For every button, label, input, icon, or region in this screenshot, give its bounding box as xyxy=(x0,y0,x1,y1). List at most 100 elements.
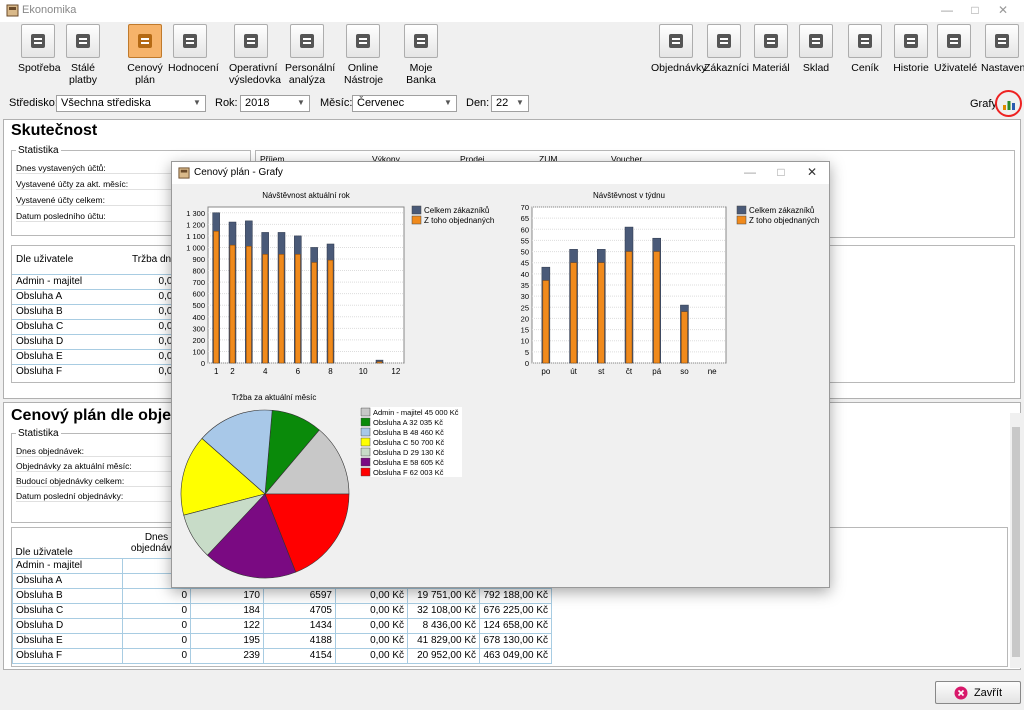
legend-swatch xyxy=(360,467,371,477)
history-icon xyxy=(894,24,928,58)
toolbar-button-menu[interactable]: Online Nástroje xyxy=(344,22,383,86)
dialog-close-button[interactable]: ✕ xyxy=(799,164,825,182)
toolbar-button-pricelist[interactable]: Ceník xyxy=(845,22,885,74)
bar-chart-icon xyxy=(1003,101,1015,110)
toolbar-button-history[interactable]: Historie xyxy=(891,22,931,74)
rok-select[interactable]: 2018 ▼ xyxy=(240,95,310,112)
cell: 4705 xyxy=(263,602,336,619)
y-tick-label: 15 xyxy=(521,326,529,335)
mesic-value: Červenec xyxy=(357,97,405,109)
legend-label: Obsluha A 32 035 Kč xyxy=(373,418,443,427)
y-tick-label: 5 xyxy=(525,348,529,357)
mesic-select[interactable]: Červenec ▼ xyxy=(352,95,457,112)
toolbar-button-bar-chart[interactable]: Cenový plán xyxy=(126,22,164,86)
scroll-thumb[interactable] xyxy=(1012,427,1020,657)
table-row[interactable]: Obsluha D 0 122 1434 0,00 Kč 8 436,00 Kč 124 6… xyxy=(12,617,552,634)
table-row[interactable]: Obsluha E 0,00 xyxy=(12,349,182,364)
x-tick-label: pá xyxy=(652,367,661,376)
legend-swatch xyxy=(411,205,422,215)
legend-swatch xyxy=(360,427,371,437)
table-row[interactable]: Obsluha D 0,00 xyxy=(12,334,182,349)
close-window-button[interactable]: ✕ xyxy=(990,2,1016,20)
y-tick-label: 400 xyxy=(192,313,205,322)
chevron-down-icon: ▼ xyxy=(193,98,201,107)
toolbar-button-material[interactable]: Materiál xyxy=(752,22,790,74)
cell: 170 xyxy=(190,587,264,604)
legend-swatch xyxy=(360,407,371,417)
table-row[interactable]: Admin - majitel 0,00 xyxy=(12,274,182,289)
legend-swatch xyxy=(736,215,747,225)
bar-ordered xyxy=(311,262,317,364)
cell: 463 049,00 Kč xyxy=(479,647,552,664)
chevron-down-icon: ▼ xyxy=(516,98,524,107)
toolbar-button-label: Sklad xyxy=(802,62,830,74)
toolbar-button-settings[interactable]: Nastavení xyxy=(981,22,1024,74)
chevron-down-icon: ▼ xyxy=(444,98,452,107)
table-row[interactable]: Obsluha C 0,00 xyxy=(12,319,182,334)
den-label: Den: xyxy=(466,97,490,109)
vertical-scrollbar[interactable] xyxy=(1010,413,1022,668)
toolbar-button-customers[interactable]: Zákazníci xyxy=(704,22,749,74)
maximize-button[interactable]: □ xyxy=(962,2,988,20)
y-tick-label: 200 xyxy=(192,336,205,345)
toolbar-button-rating[interactable]: Hodnocení xyxy=(168,22,219,74)
dialog-titlebar: Cenový plán - Grafy — □ ✕ xyxy=(172,162,829,184)
toolbar-button-presentation[interactable]: Operativní výsledovka xyxy=(229,22,281,86)
toolbar-button-label: Personální analýza xyxy=(285,62,336,86)
table-row[interactable]: Obsluha F 0,00 xyxy=(12,364,182,379)
table-row[interactable]: Obsluha B 0 170 6597 0,00 Kč 19 751,00 Kč 792 … xyxy=(12,587,552,604)
user-name: Obsluha A xyxy=(12,572,123,589)
stat-row: Objednávky za aktuální měsíc: xyxy=(16,461,176,472)
filter-bar: Středisko: Všechna střediska ▼ Rok: 2018 ▼… xyxy=(0,90,1024,117)
bar-ordered xyxy=(229,244,236,364)
cell: 0 xyxy=(122,632,191,649)
table-row[interactable]: Obsluha A 0,00 xyxy=(12,289,182,304)
user-name: Admin - majitel xyxy=(12,557,123,574)
monthly-revenue-pie: Tržba za aktuální měsíc Admin - majitel 4… xyxy=(180,393,462,579)
dialog-minimize-button[interactable]: — xyxy=(737,164,763,182)
toolbar-button-consumption[interactable]: Spotřeba xyxy=(18,22,61,74)
x-tick-label: ne xyxy=(708,367,717,376)
legend-label: Obsluha E 58 605 Kč xyxy=(373,458,444,467)
y-tick-label: 55 xyxy=(521,236,529,245)
table-row[interactable]: Obsluha E 0 195 4188 0,00 Kč 41 829,00 Kč 678 … xyxy=(12,632,552,649)
user-name: Obsluha C xyxy=(12,602,123,619)
table-row[interactable]: Obsluha F 0 239 4154 0,00 Kč 20 952,00 Kč 463 … xyxy=(12,647,552,664)
user-header: Dle uživatele xyxy=(15,546,73,558)
legend-label: Admin - majitel 45 000 Kč xyxy=(373,408,459,417)
user-name: Admin - majitel xyxy=(16,276,83,287)
toolbar-button-label: Objednávky xyxy=(651,62,707,74)
close-button[interactable]: Zavřít xyxy=(935,681,1021,704)
table-row[interactable]: Obsluha C 0 184 4705 0,00 Kč 32 108,00 Kč 676 … xyxy=(12,602,552,619)
table-row[interactable]: Obsluha B 0,00 xyxy=(12,304,182,319)
y-tick-label: 50 xyxy=(521,248,529,257)
grafy-button[interactable] xyxy=(995,90,1022,117)
toolbar-button-users[interactable]: Uživatelé xyxy=(934,22,977,74)
x-tick-label: 12 xyxy=(391,367,400,376)
users-icon xyxy=(937,24,971,58)
toolbar-button-orders[interactable]: Objednávky xyxy=(651,22,707,74)
den-select[interactable]: 22 ▼ xyxy=(491,95,529,112)
chart-title: Návštěvnost v týdnu xyxy=(593,191,665,200)
toolbar-button-warehouse[interactable]: Sklad xyxy=(797,22,835,74)
cell: 184 xyxy=(190,602,264,619)
x-tick-label: 8 xyxy=(328,367,333,376)
y-tick-label: 1 100 xyxy=(186,232,205,241)
bar-ordered xyxy=(278,254,285,364)
stat-row: Dnes vystavených účtů: xyxy=(16,163,176,174)
toolbar-button-label: Operativní výsledovka xyxy=(229,62,281,86)
minimize-button[interactable]: — xyxy=(934,2,960,20)
dialog-maximize-button[interactable]: □ xyxy=(768,164,794,182)
pie-icon xyxy=(290,24,324,58)
orders-icon xyxy=(659,24,693,58)
bar-ordered xyxy=(327,259,334,364)
stredisko-select[interactable]: Všechna střediska ▼ xyxy=(56,95,206,112)
toolbar-button-bank[interactable]: Moje Banka xyxy=(402,22,440,86)
y-tick-label: 800 xyxy=(192,267,205,276)
bar-chart-icon xyxy=(128,24,162,58)
mesic-label: Měsíc: xyxy=(320,97,353,109)
toolbar-button-pie[interactable]: Personální analýza xyxy=(285,22,336,86)
toolbar-button-fixed-payments[interactable]: Stálé platby xyxy=(63,22,103,86)
legend-label: Obsluha B 48 460 Kč xyxy=(373,428,444,437)
user-name: Obsluha B xyxy=(16,306,63,317)
